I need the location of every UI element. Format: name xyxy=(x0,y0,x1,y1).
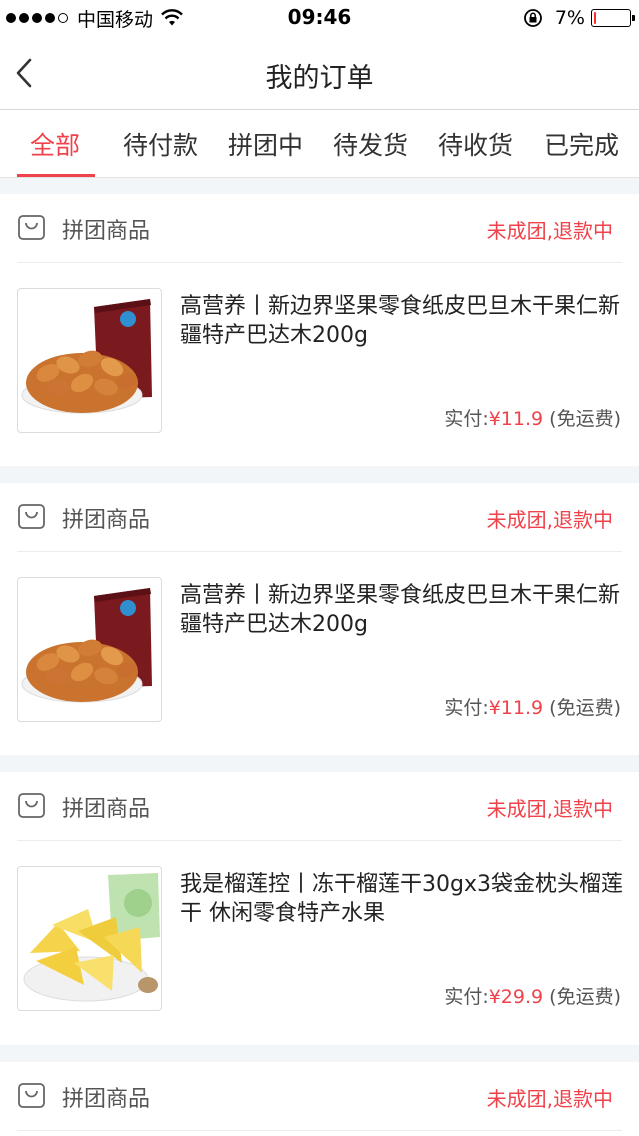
battery-icon xyxy=(591,9,635,27)
paid-amount: ¥11.9 xyxy=(488,697,544,719)
product-image[interactable] xyxy=(17,288,162,433)
divider xyxy=(17,1130,622,1131)
paid-amount: ¥29.9 xyxy=(488,986,544,1008)
group-buy-label: 拼团商品 xyxy=(62,508,151,533)
shipping-note: (免运费) xyxy=(549,697,621,719)
order-card-header: 拼团商品 未成团,退款中 xyxy=(0,194,639,262)
order-status: 未成团,退款中 xyxy=(486,219,613,243)
page-title: 我的订单 xyxy=(265,63,374,94)
back-arrow-icon[interactable] xyxy=(12,56,38,90)
order-status: 未成团,退款中 xyxy=(486,1087,613,1111)
order-status: 未成团,退款中 xyxy=(486,508,613,532)
battery-percent: 7% xyxy=(554,7,585,29)
order-status: 未成团,退款中 xyxy=(486,797,613,821)
order-card-header: 拼团商品 未成团,退款中 xyxy=(0,772,639,840)
active-tab-indicator xyxy=(17,174,95,177)
order-card[interactable]: 拼团商品 未成团,退款中 高营养丨新边界坚果零食纸皮巴旦木干果仁新疆特产巴达木2… xyxy=(0,483,639,755)
price-line: 实付:¥11.9 (免运费) xyxy=(444,693,621,720)
shopping-bag-icon xyxy=(18,1083,45,1108)
product-title[interactable]: 高营养丨新边界坚果零食纸皮巴旦木干果仁新疆特产巴达木200g xyxy=(180,581,625,639)
order-card[interactable]: 拼团商品 未成团,退款中 我是榴莲控丨冻干榴莲干30gx3袋金枕头榴莲干 休闲零… xyxy=(0,772,639,1045)
divider xyxy=(17,551,622,552)
shopping-bag-icon xyxy=(18,504,45,529)
tab-pending-shipment[interactable]: 待发货 xyxy=(333,126,408,162)
tab-pending-payment[interactable]: 待付款 xyxy=(123,126,198,162)
nav-bar: 我的订单 xyxy=(0,36,639,110)
shipping-note: (免运费) xyxy=(549,408,621,430)
tab-grouping[interactable]: 拼团中 xyxy=(228,126,303,162)
shopping-bag-icon xyxy=(18,793,45,818)
product-title[interactable]: 高营养丨新边界坚果零食纸皮巴旦木干果仁新疆特产巴达木200g xyxy=(180,292,625,350)
battery-fill xyxy=(594,12,596,24)
product-title[interactable]: 我是榴莲控丨冻干榴莲干30gx3袋金枕头榴莲干 休闲零食特产水果 xyxy=(180,870,625,928)
group-buy-label: 拼团商品 xyxy=(62,797,151,822)
almond-bag-image xyxy=(21,588,152,703)
status-bar: 中国移动 09:46 7% xyxy=(0,0,639,36)
order-tabs: 全部 待付款 拼团中 待发货 待收货 已完成 xyxy=(0,110,639,178)
durian-chips-image xyxy=(23,873,160,1002)
tab-completed[interactable]: 已完成 xyxy=(544,126,619,162)
product-image[interactable] xyxy=(17,577,162,722)
paid-label: 实付: xyxy=(444,986,489,1008)
order-card[interactable]: 拼团商品 未成团,退款中 xyxy=(0,1062,639,1136)
paid-label: 实付: xyxy=(444,697,489,719)
almond-bag-image xyxy=(21,299,152,414)
product-image[interactable] xyxy=(17,866,162,1011)
status-right: 7% xyxy=(523,6,635,30)
paid-label: 实付: xyxy=(444,408,489,430)
order-card[interactable]: 拼团商品 未成团,退款中 高营养丨新边界坚果零食纸皮巴旦木干果仁新疆特产巴达木2… xyxy=(0,194,639,466)
order-card-header: 拼团商品 未成团,退款中 xyxy=(0,1062,639,1130)
divider xyxy=(17,262,622,263)
rotation-lock-icon xyxy=(523,9,542,27)
group-buy-label: 拼团商品 xyxy=(62,219,151,244)
price-line: 实付:¥11.9 (免运费) xyxy=(444,404,621,431)
group-buy-label: 拼团商品 xyxy=(62,1087,151,1112)
tab-pending-receipt[interactable]: 待收货 xyxy=(438,126,513,162)
order-card-header: 拼团商品 未成团,退款中 xyxy=(0,483,639,551)
shopping-bag-icon xyxy=(18,215,45,240)
price-line: 实付:¥29.9 (免运费) xyxy=(444,982,621,1009)
paid-amount: ¥11.9 xyxy=(488,408,544,430)
divider xyxy=(17,840,622,841)
shipping-note: (免运费) xyxy=(549,986,621,1008)
tab-all[interactable]: 全部 xyxy=(30,126,80,162)
